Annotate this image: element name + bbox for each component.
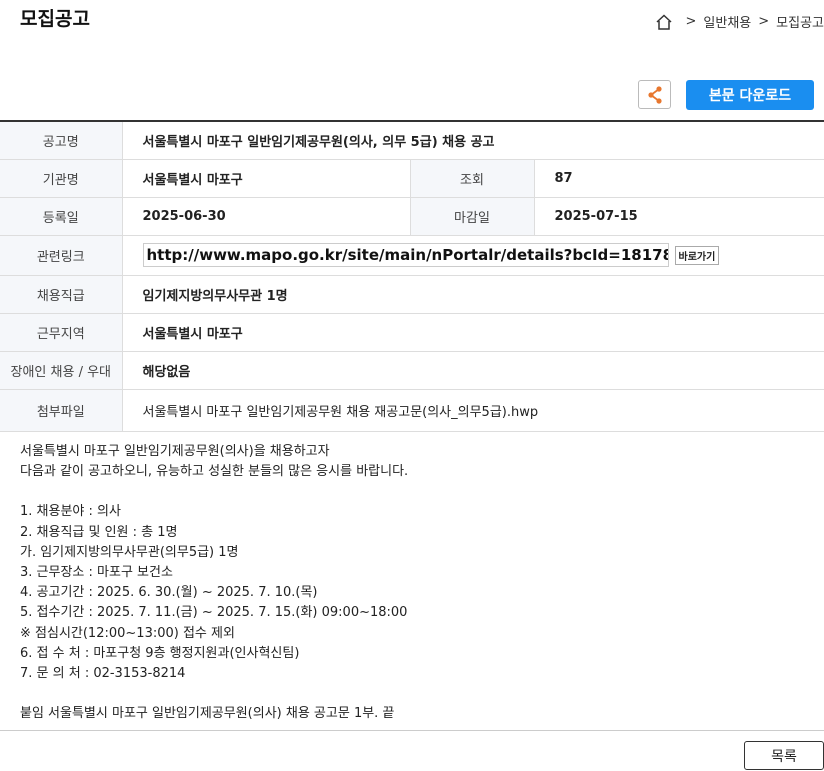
- position-label: 채용직급: [0, 275, 123, 314]
- body-line: 4. 공고기간 : 2025. 6. 30.(월) ~ 2025. 7. 10.…: [20, 585, 318, 601]
- body-line: 서울특별시 마포구 일반임기제공무원(의사)을 채용하고자: [20, 444, 330, 459]
- agency-label: 기관명: [0, 159, 123, 198]
- body-line: 다음과 같이 공고하오니, 유능하고 성실한 분들의 많은 응시를 바랍니다.: [20, 464, 409, 480]
- body-line: 붙임 서울특별시 마포구 일반임기제공무원(의사) 채용 공고문 1부. 끝: [20, 706, 395, 722]
- breadcrumb-item-general[interactable]: 일반채용: [703, 12, 751, 31]
- position-value: 임기제지방의무사무관 1명: [122, 275, 824, 314]
- region-value: 서울특별시 마포구: [122, 313, 824, 352]
- disabled-label: 장애인 채용 / 우대: [0, 351, 123, 390]
- body-line: 가. 임기제지방의무사무관(의무5급) 1명: [20, 544, 239, 560]
- table-row: 첨부파일 서울특별시 마포구 일반임기제공무원 채용 재공고문(의사_의무5급)…: [0, 389, 824, 432]
- page-title: 모집공고: [20, 8, 90, 30]
- related-link[interactable]: http://www.mapo.go.kr/site/main/nPortalr…: [142, 243, 669, 267]
- agency-value: 서울특별시 마포구: [122, 159, 410, 198]
- deadline-value: 2025-07-15: [534, 197, 824, 236]
- attachment-link[interactable]: 서울특별시 마포구 일반임기제공무원 채용 재공고문(의사_의무5급).hwp: [122, 389, 824, 432]
- table-row: 장애인 채용 / 우대 해당없음: [0, 351, 824, 390]
- link-label: 관련링크: [0, 235, 123, 276]
- body-line: 6. 접 수 처 : 마포구청 9층 행정지원과(인사혁신팀): [20, 645, 300, 661]
- body-line: 1. 채용분야 : 의사: [20, 504, 121, 520]
- share-icon: [647, 85, 662, 104]
- table-row: 기관명 서울특별시 마포구 조회 87: [0, 159, 824, 198]
- body-line: [20, 482, 408, 502]
- body-line: [20, 684, 408, 704]
- breadcrumb-separator: >: [685, 14, 697, 29]
- body-line: 5. 접수기간 : 2025. 7. 11.(금) ~ 2025. 7. 15.…: [20, 605, 408, 621]
- body-line: ※ 점심시간(12:00~13:00) 접수 제외: [20, 625, 235, 641]
- body-line: 3. 근무장소 : 마포구 보건소: [20, 565, 173, 581]
- body-line: 7. 문 의 처 : 02-3153-8214: [20, 666, 186, 682]
- views-value: 87: [534, 159, 824, 198]
- link-cell: http://www.mapo.go.kr/site/main/nPortalr…: [122, 235, 824, 276]
- attachment-label: 첨부파일: [0, 389, 123, 432]
- disabled-value: 해당없음: [122, 351, 824, 390]
- divider: [0, 730, 824, 731]
- breadcrumb: > 일반채용 > 모집공고: [655, 12, 824, 31]
- breadcrumb-separator: >: [758, 14, 770, 29]
- reg-date-label: 등록일: [0, 197, 123, 236]
- go-link-button[interactable]: 바로가기: [674, 245, 720, 265]
- table-row: 등록일 2025-06-30 마감일 2025-07-15: [0, 197, 824, 236]
- title-label: 공고명: [0, 121, 123, 160]
- download-button[interactable]: 본문 다운로드: [686, 80, 814, 110]
- share-button[interactable]: [638, 80, 671, 109]
- list-button[interactable]: 목록: [744, 741, 824, 770]
- body-line: 2. 채용직급 및 인원 : 총 1명: [20, 524, 178, 540]
- title-value: 서울특별시 마포구 일반임기제공무원(의사, 의무 5급) 채용 공고: [122, 121, 824, 160]
- info-table: 공고명 서울특별시 마포구 일반임기제공무원(의사, 의무 5급) 채용 공고 …: [0, 120, 824, 432]
- announcement-body: 서울특별시 마포구 일반임기제공무원(의사)을 채용하고자 다음과 같이 공고하…: [20, 442, 408, 724]
- table-row: 공고명 서울특별시 마포구 일반임기제공무원(의사, 의무 5급) 채용 공고: [0, 121, 824, 160]
- deadline-label: 마감일: [409, 197, 535, 236]
- table-row: 관련링크 http://www.mapo.go.kr/site/main/nPo…: [0, 235, 824, 276]
- reg-date-value: 2025-06-30: [122, 197, 410, 236]
- views-label: 조회: [409, 159, 535, 198]
- table-row: 채용직급 임기제지방의무사무관 1명: [0, 275, 824, 314]
- home-icon[interactable]: [655, 13, 673, 30]
- region-label: 근무지역: [0, 313, 123, 352]
- breadcrumb-item-recruit[interactable]: 모집공고: [776, 12, 824, 31]
- table-row: 근무지역 서울특별시 마포구: [0, 313, 824, 352]
